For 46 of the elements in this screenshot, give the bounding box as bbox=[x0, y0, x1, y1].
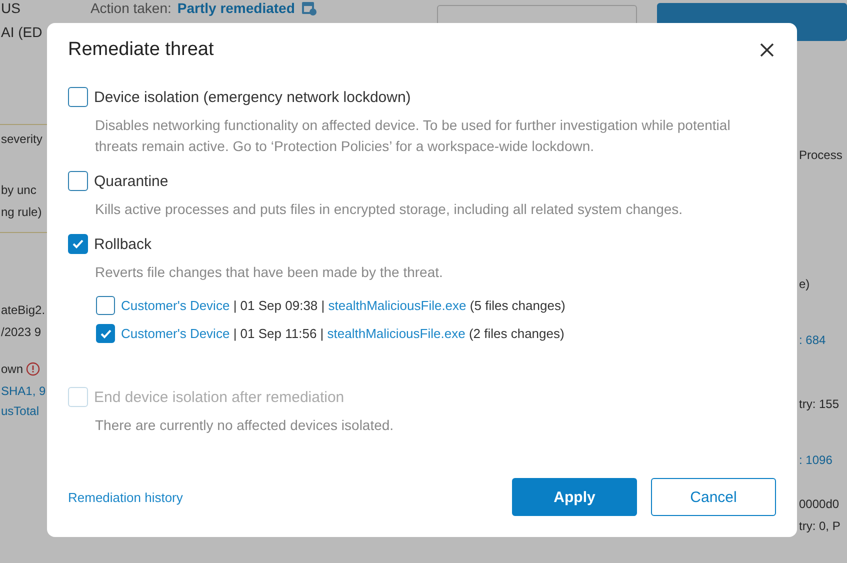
checkbox[interactable] bbox=[68, 87, 88, 107]
page-text: e) bbox=[799, 277, 810, 291]
page-text: try: 155 bbox=[799, 397, 840, 411]
checkbox[interactable] bbox=[68, 234, 88, 254]
page-text: : 684 bbox=[799, 333, 826, 347]
page-text: own bbox=[1, 362, 24, 376]
remediation-history-link[interactable]: Remediation history bbox=[68, 490, 183, 504]
action-label: Action taken: bbox=[90, 0, 172, 16]
rollback-entry: Customer's Device | 01 Sep 11:56 | stealthMaliciousFile.exe (2 files changes) bbox=[121, 326, 564, 341]
checkbox[interactable] bbox=[68, 171, 88, 191]
page-text: severity bbox=[1, 132, 42, 146]
page-text: AI (ED bbox=[1, 24, 44, 40]
option-label: Quarantine bbox=[94, 172, 168, 190]
calendar-icon[interactable] bbox=[300, 0, 317, 16]
page-text: 0000d0 bbox=[799, 497, 840, 511]
option-label: End device isolation after remediation bbox=[94, 388, 344, 406]
option-description: Kills active processes and puts files in encrypted storage, including all related system changes. bbox=[95, 200, 684, 219]
page-text: Process bbox=[799, 148, 842, 162]
option-label: Device isolation (emergency network lockdown) bbox=[94, 88, 411, 106]
apply-button[interactable]: Apply bbox=[512, 478, 637, 516]
check-icon bbox=[72, 239, 84, 249]
option-label: Rollback bbox=[94, 236, 152, 252]
device-link[interactable]: Customer's Device bbox=[121, 298, 230, 313]
page-text: try: 0, P bbox=[799, 519, 840, 533]
page-text: /2023 9 bbox=[1, 325, 42, 339]
cancel-button[interactable]: Cancel bbox=[651, 478, 776, 516]
page-text: ateBig2. bbox=[1, 303, 46, 317]
page-text: usTotal bbox=[1, 404, 40, 418]
page-text: : 1096 bbox=[799, 453, 832, 467]
check-icon bbox=[100, 328, 112, 338]
dialog-title: Remediate threat bbox=[68, 39, 214, 61]
device-link[interactable]: Customer's Device bbox=[121, 326, 230, 341]
page-text: SHA1, 9 bbox=[1, 384, 46, 398]
action-status: Partly remediated bbox=[177, 0, 295, 16]
option-description: There are currently no affected devices isolated. bbox=[95, 416, 395, 435]
status-text: US bbox=[1, 0, 20, 16]
file-link[interactable]: stealthMaliciousFile.exe bbox=[327, 326, 466, 341]
page-text: ng rule) bbox=[1, 205, 42, 219]
page-text: by unc bbox=[1, 183, 36, 197]
info-icon bbox=[26, 362, 40, 376]
option-description: Reverts file changes that have been made by the threat. bbox=[95, 263, 444, 282]
option-description: Disables networking functionality on affected device. To be used for further investigation while potential threats remain active. Go to ‘Protection Policies’ for a workspace-wide lockdown. bbox=[95, 116, 732, 156]
checkbox[interactable] bbox=[96, 296, 115, 315]
rollback-entry: Customer's Device | 01 Sep 09:38 | stealthMaliciousFile.exe (5 files changes) bbox=[121, 298, 566, 313]
checkbox[interactable] bbox=[96, 324, 115, 343]
file-link[interactable]: stealthMaliciousFile.exe bbox=[328, 298, 466, 313]
